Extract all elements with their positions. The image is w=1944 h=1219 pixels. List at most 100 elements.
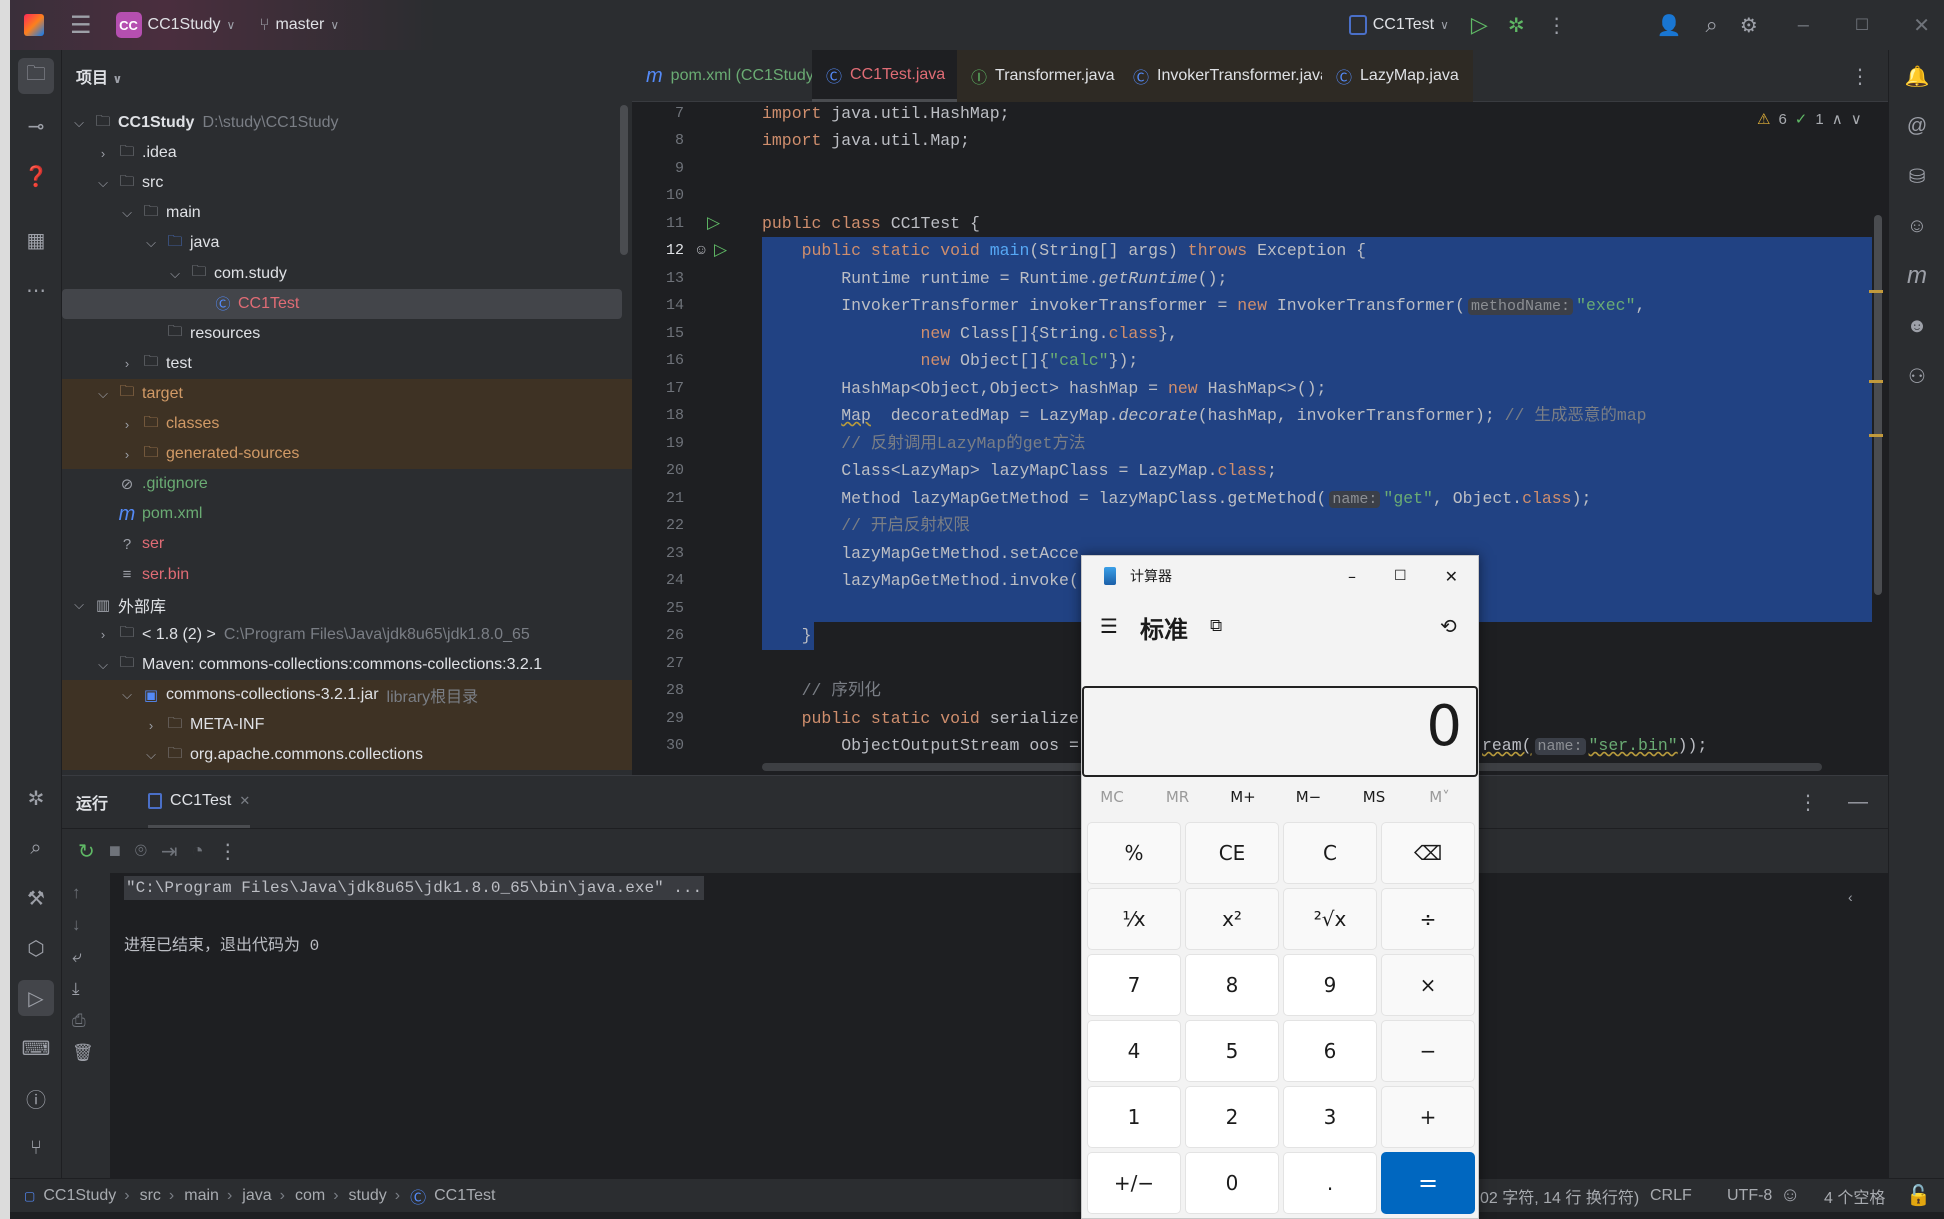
tree-item[interactable]: ⌵ ▥ 外部库 (62, 590, 630, 620)
copilot-chat-icon[interactable]: ☻ (1899, 308, 1935, 344)
add-user-icon[interactable]: 👤 (1657, 13, 1682, 38)
minimize-icon[interactable]: – (1348, 567, 1356, 586)
tree-item[interactable]: ⌵ 🗀 CC1Study D:\study\CC1Study (62, 108, 630, 138)
notifications-bell-icon[interactable]: 🔔 (1899, 58, 1935, 94)
up-arrow-icon[interactable]: ↑ (72, 883, 81, 903)
readonly-lock-icon[interactable]: 🔓 (1906, 1183, 1931, 1208)
commit-icon[interactable]: ⊸ (18, 108, 54, 144)
settings-gear-icon[interactable]: ⚙ (1740, 13, 1758, 38)
breadcrumb-item[interactable]: ▢ CC1Study › (24, 1184, 130, 1208)
run-tool-icon[interactable]: ▷ (18, 980, 54, 1016)
editor-tab[interactable]: m pom.xml (CC1Study) (632, 50, 833, 102)
tree-item[interactable]: › 🗀 test (62, 349, 630, 379)
navigation-menu-icon[interactable]: ☰ (1100, 614, 1118, 638)
copilot-icon[interactable]: ☺ (1899, 208, 1935, 244)
calculator-key[interactable]: 3 (1283, 1086, 1377, 1148)
breadcrumb-item[interactable]: java › (242, 1184, 285, 1208)
clear-trash-icon[interactable]: 🗑 (72, 1043, 94, 1063)
project-switcher[interactable]: CC CC1Study ∨ (115, 12, 235, 38)
tree-item[interactable]: › 🗀 generated-sources (62, 439, 630, 469)
profiler-icon[interactable]: ◔ (192, 840, 204, 863)
chevron-right-icon[interactable]: › (118, 356, 136, 371)
rerun-icon[interactable]: ↻ (78, 839, 95, 864)
breadcrumb-item[interactable]: study › (349, 1184, 401, 1208)
tree-item[interactable]: ⌵ 🗀 com.study (62, 259, 630, 289)
stop-icon[interactable]: ■ (109, 840, 121, 863)
run-gutter-icon[interactable]: ▷ (714, 240, 727, 260)
tree-item[interactable]: ⌵ 🗀 main (62, 198, 630, 228)
more-actions-icon[interactable]: ⋮ (1547, 13, 1567, 38)
chevron-down-icon[interactable]: ⌵ (94, 175, 112, 191)
copilot-status-icon[interactable]: ☺ (1780, 1184, 1800, 1207)
calculator-key[interactable]: +/− (1087, 1152, 1181, 1214)
tree-item[interactable]: m pom.xml (62, 499, 630, 529)
chevron-down-icon[interactable]: ⌵ (94, 386, 112, 402)
project-scrollbar[interactable] (620, 105, 628, 255)
calculator-key[interactable]: 9 (1283, 954, 1377, 1016)
tab-options-icon[interactable]: ⋮ (1850, 64, 1870, 89)
calculator-key[interactable]: 4 (1087, 1020, 1181, 1082)
breadcrumb-item[interactable]: Ⓒ CC1Test (410, 1184, 495, 1208)
calculator-key[interactable]: ÷ (1381, 888, 1475, 950)
soft-wrap-icon[interactable]: ⤶ (72, 947, 82, 967)
print-icon[interactable]: ⎙ (72, 1011, 86, 1031)
structure-icon[interactable]: ▦ (18, 222, 54, 258)
chevron-down-icon[interactable]: ⌵ (70, 115, 88, 131)
build-hammer-icon[interactable]: ⚒ (18, 880, 54, 916)
history-icon[interactable]: ⟲ (1440, 614, 1457, 638)
tree-item[interactable]: › 🗀 .idea (62, 138, 630, 168)
indent-setting[interactable]: 4 个空格 (1824, 1184, 1885, 1208)
branch-switcher[interactable]: ⑂ master ∨ (259, 15, 339, 35)
chevron-down-icon[interactable]: ⌵ (166, 266, 184, 282)
maximize-icon[interactable]: ☐ (1394, 568, 1407, 584)
calculator-key[interactable]: + (1381, 1086, 1475, 1148)
calculator-key[interactable]: 1 (1087, 1086, 1181, 1148)
run-icon[interactable]: ▷ (1471, 12, 1488, 38)
tree-item[interactable]: ≡ ser.bin (62, 560, 630, 590)
chevron-right-icon[interactable]: › (142, 718, 160, 733)
tree-item[interactable]: ? ser (62, 529, 630, 559)
more-tools-icon[interactable]: ⋯ (18, 272, 54, 308)
problems-icon[interactable]: ⓘ (18, 1080, 54, 1116)
chevron-down-icon[interactable]: ⌵ (94, 657, 112, 673)
tree-item[interactable]: ⌵ 🗀 src (62, 168, 630, 198)
calculator-key[interactable]: × (1381, 954, 1475, 1016)
debug-icon[interactable]: ✲ (1508, 13, 1525, 38)
calculator-key[interactable]: 7 (1087, 954, 1181, 1016)
chevron-down-icon[interactable]: ⌵ (142, 235, 160, 251)
memory-button[interactable]: MS (1344, 788, 1404, 806)
chevron-right-icon[interactable]: › (94, 627, 112, 642)
chevron-right-icon[interactable]: › (94, 146, 112, 161)
chevron-right-icon[interactable]: › (118, 447, 136, 462)
memory-button[interactable]: M− (1279, 788, 1339, 806)
tree-item[interactable]: ⌵ 🗀 target (62, 379, 630, 409)
calculator-key[interactable]: % (1087, 822, 1181, 884)
search-icon[interactable]: ⌕ (1706, 12, 1718, 38)
memory-button[interactable]: M˅ (1410, 788, 1470, 806)
close-icon[interactable]: ✕ (1445, 567, 1458, 586)
copilot-gutter-icon[interactable]: ☺ (694, 241, 708, 257)
chevron-down-icon[interactable]: ⌵ (70, 597, 88, 613)
calculator-key[interactable]: 6 (1283, 1020, 1377, 1082)
tree-item[interactable]: ⌵ 🗀 org.apache.commons.collections (62, 740, 630, 770)
ai-help-icon[interactable]: ❓ (18, 158, 54, 194)
calculator-key[interactable]: ²√x (1283, 888, 1377, 950)
memory-button[interactable]: MC (1082, 788, 1142, 806)
run-gutter-icon[interactable]: ▷ (707, 213, 720, 233)
inspection-widget[interactable]: ⚠ 6 ✓ 1 ∧ ∨ (1757, 110, 1862, 129)
more-icon[interactable]: ⋮ (218, 839, 238, 864)
breadcrumb-item[interactable]: src › (140, 1184, 175, 1208)
breadcrumb-item[interactable]: com › (295, 1184, 339, 1208)
services-icon[interactable]: ⬡ (18, 930, 54, 966)
run-options-icon[interactable]: ⋮ (1798, 790, 1818, 815)
hierarchy-icon[interactable]: ⚇ (1899, 358, 1935, 394)
calculator-key[interactable]: 2 (1185, 1086, 1279, 1148)
tree-item[interactable]: › 🗀 META-INF (62, 710, 630, 740)
collapse-left-icon[interactable]: ‹ (1848, 889, 1853, 905)
tree-item[interactable]: ⌵ 🗀 Maven: commons-collections:commons-col… (62, 650, 630, 680)
run-config-selector[interactable]: CC1Test ∨ (1348, 15, 1449, 35)
terminal-icon[interactable]: ⌨ (18, 1030, 54, 1066)
screenshot-icon[interactable]: ⌾ (135, 840, 147, 863)
calculator-key[interactable]: 0 (1185, 1152, 1279, 1214)
chevron-down-icon[interactable]: ⌵ (142, 747, 160, 763)
